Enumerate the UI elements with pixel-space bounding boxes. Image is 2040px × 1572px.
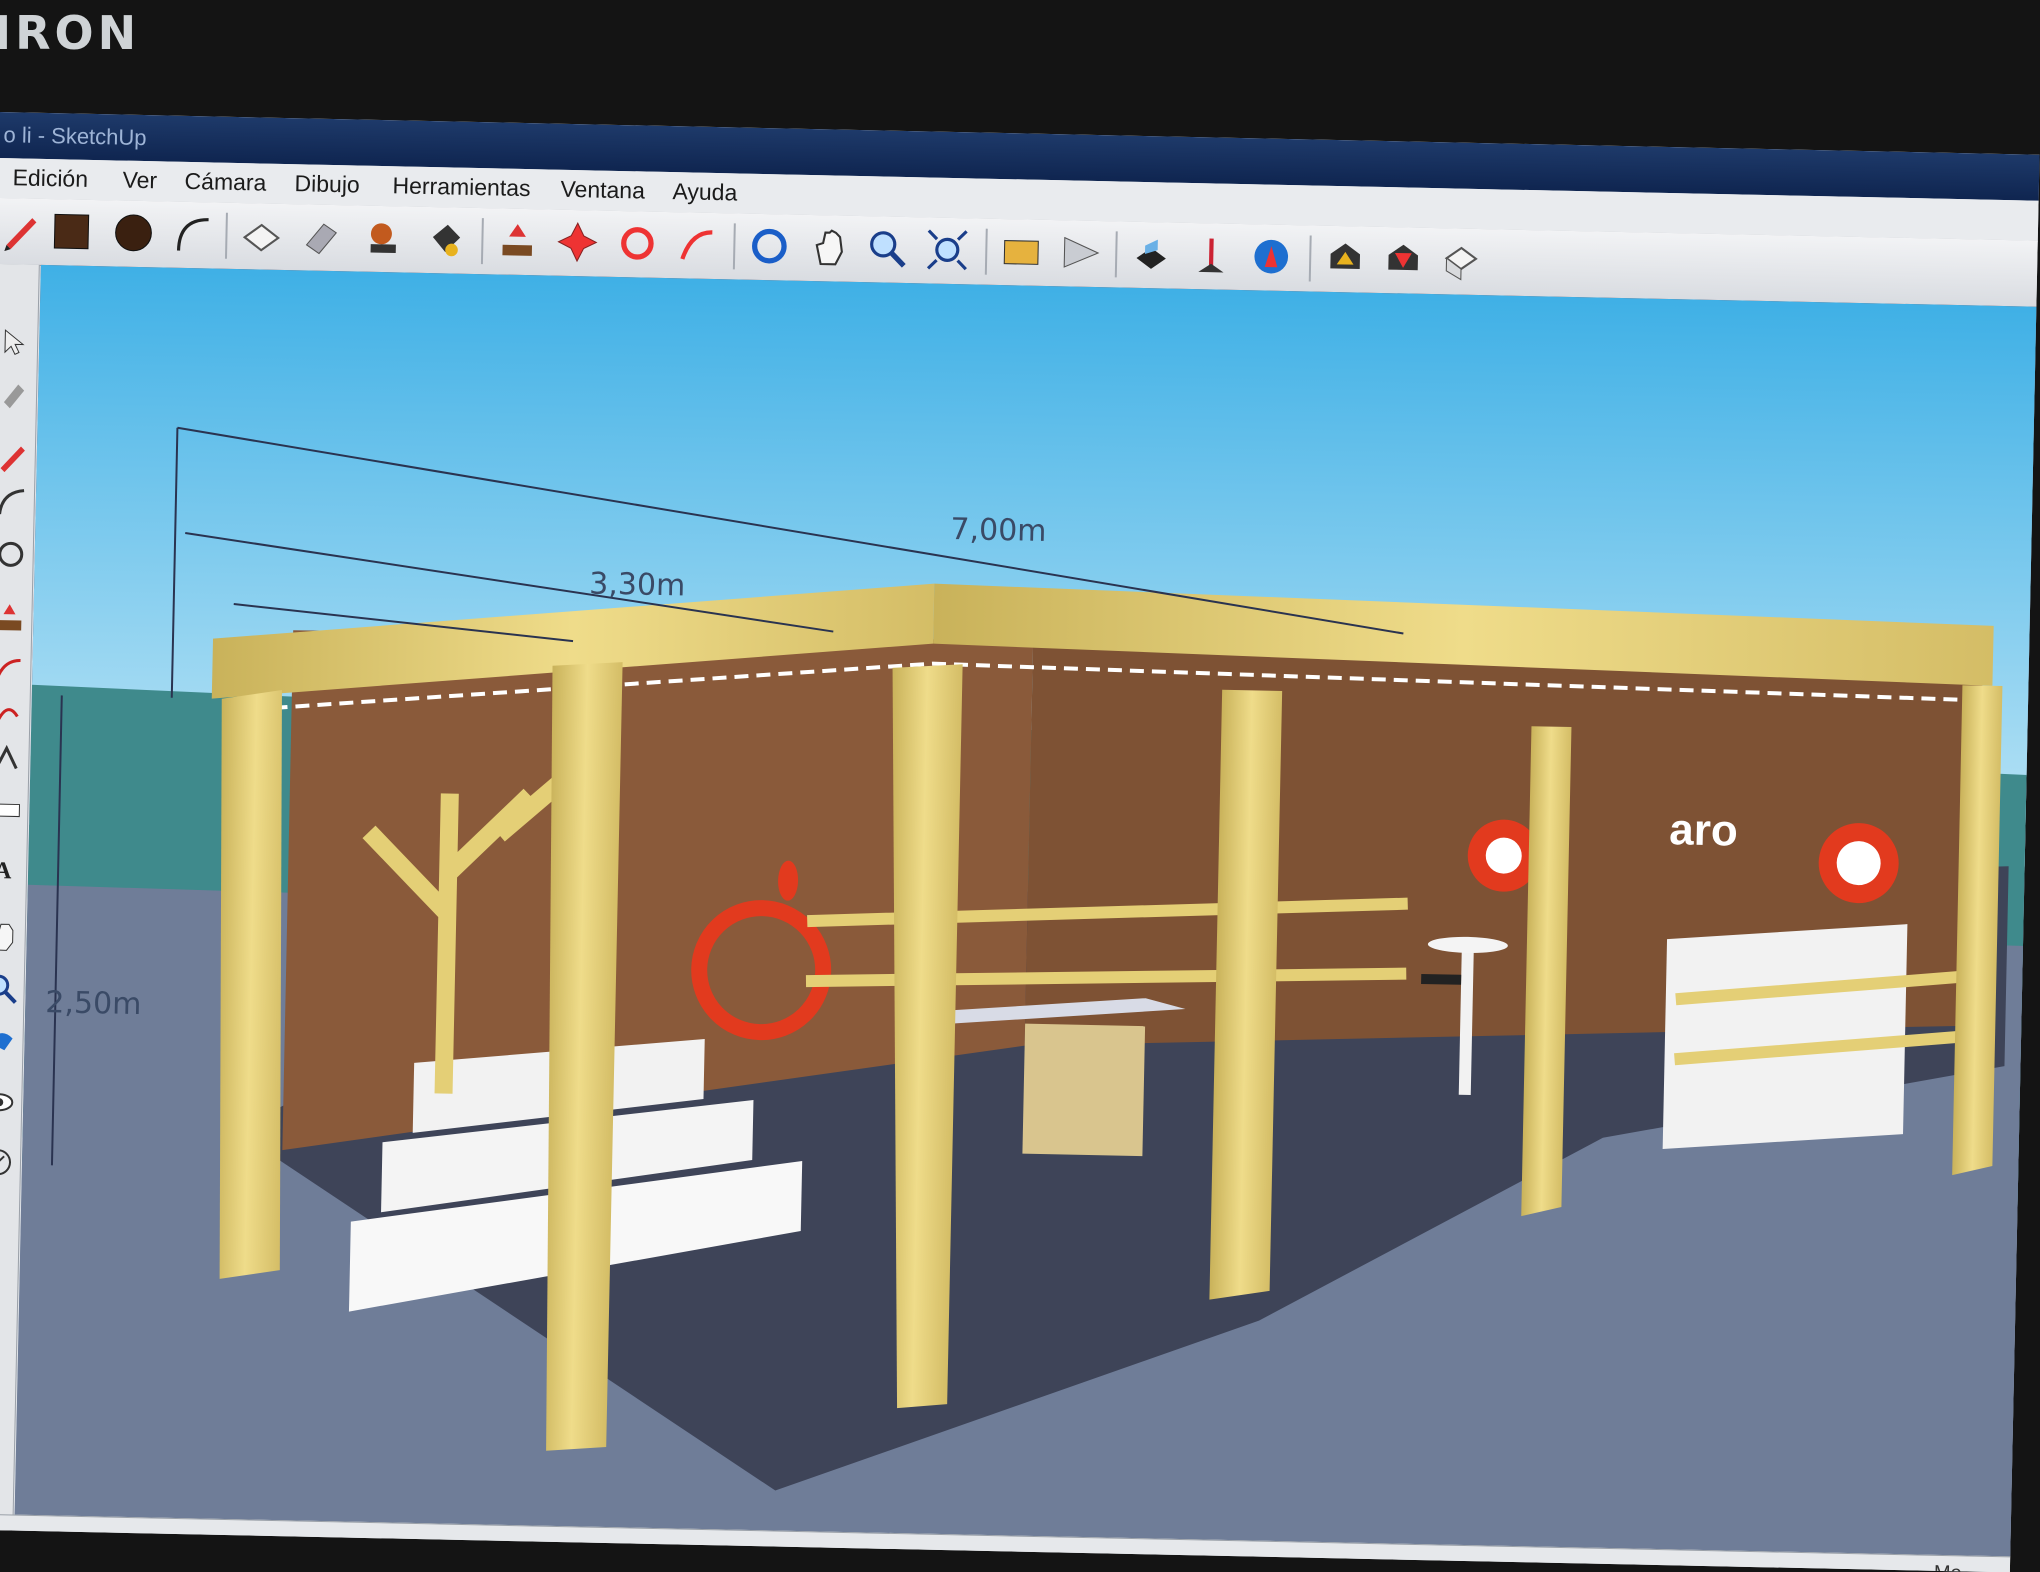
pan-icon[interactable] — [0, 918, 21, 955]
follow-me-icon[interactable] — [673, 220, 722, 269]
menu-camara[interactable]: Cámara — [184, 168, 266, 197]
pan-icon[interactable] — [805, 223, 854, 272]
share-model-icon[interactable] — [1057, 228, 1106, 277]
menu-ayuda[interactable]: Ayuda — [672, 178, 737, 206]
circle-icon[interactable] — [0, 536, 29, 573]
component-icon[interactable] — [1127, 230, 1176, 279]
shelving-unit — [1662, 924, 1908, 1150]
wall-brand-text: aro — [1668, 805, 1739, 856]
rectangle-icon[interactable] — [47, 207, 96, 256]
dimension-icon[interactable] — [0, 792, 24, 829]
move-icon[interactable] — [553, 218, 602, 267]
model-scene — [14, 264, 2040, 1558]
menu-dibujo[interactable]: Dibujo — [294, 170, 360, 198]
follow-me-icon[interactable] — [0, 652, 27, 689]
next-view-icon[interactable] — [1379, 235, 1428, 284]
svg-text:A: A — [0, 858, 12, 884]
standard-views-icon[interactable] — [1437, 236, 1486, 285]
bar-stool-seat — [1421, 973, 1462, 985]
window-title: o li - SketchUp — [3, 122, 147, 151]
post-side-mid — [1209, 689, 1283, 1300]
make-component-icon[interactable] — [237, 211, 286, 260]
rotate-icon[interactable] — [613, 219, 662, 268]
position-camera-icon[interactable] — [1187, 231, 1236, 280]
model-viewport[interactable]: 7,00m 3,30m 2,50m aro — [14, 264, 2040, 1558]
pencil-icon[interactable] — [0, 206, 46, 255]
offset-icon[interactable] — [0, 740, 25, 777]
google-earth-icon[interactable] — [1247, 232, 1296, 281]
zoom-extents-icon[interactable] — [923, 225, 972, 274]
get-models-icon[interactable] — [997, 227, 1046, 276]
previous-view-icon[interactable] — [1321, 234, 1370, 283]
post-front-left — [219, 690, 282, 1279]
menu-ventana[interactable]: Ventana — [560, 176, 645, 205]
zoom-icon[interactable] — [863, 224, 912, 273]
select-icon[interactable] — [0, 324, 34, 361]
menu-herramientas[interactable]: Herramientas — [392, 172, 531, 202]
eraser-icon[interactable] — [297, 212, 346, 261]
look-around-icon[interactable] — [0, 1084, 18, 1121]
push-pull-icon[interactable] — [493, 216, 542, 265]
dimension-module-width: 3,30m — [588, 566, 686, 604]
circle-icon[interactable] — [109, 208, 158, 257]
pencil-icon[interactable] — [0, 438, 31, 475]
paint-bucket-icon[interactable] — [421, 215, 470, 264]
menu-edicion[interactable]: Edición — [12, 164, 88, 193]
measurements-label: Me — [1934, 1562, 1962, 1572]
dimension-total-width: 7,00m — [950, 512, 1047, 550]
arc-icon[interactable] — [0, 484, 30, 521]
paint-icon[interactable] — [0, 376, 32, 413]
orbit-icon[interactable] — [745, 222, 794, 271]
push-pull-icon[interactable] — [0, 600, 28, 637]
rotate-icon[interactable] — [0, 694, 26, 731]
zoom-window-icon[interactable] — [0, 1020, 19, 1057]
text-icon[interactable]: A — [0, 850, 23, 887]
arc-icon[interactable] — [167, 210, 216, 259]
sketchup-window: o li - SketchUp Edición Ver Cámara Dibuj… — [0, 112, 2040, 1572]
menu-ver[interactable]: Ver — [122, 167, 157, 195]
tape-measure-icon[interactable] — [359, 214, 408, 263]
monitor-brand: IRON — [0, 6, 141, 60]
dimension-height: 2,50m — [44, 985, 142, 1023]
counter-base — [1022, 1023, 1146, 1157]
zoom-icon[interactable] — [0, 970, 20, 1007]
walk-icon[interactable] — [0, 1144, 16, 1181]
